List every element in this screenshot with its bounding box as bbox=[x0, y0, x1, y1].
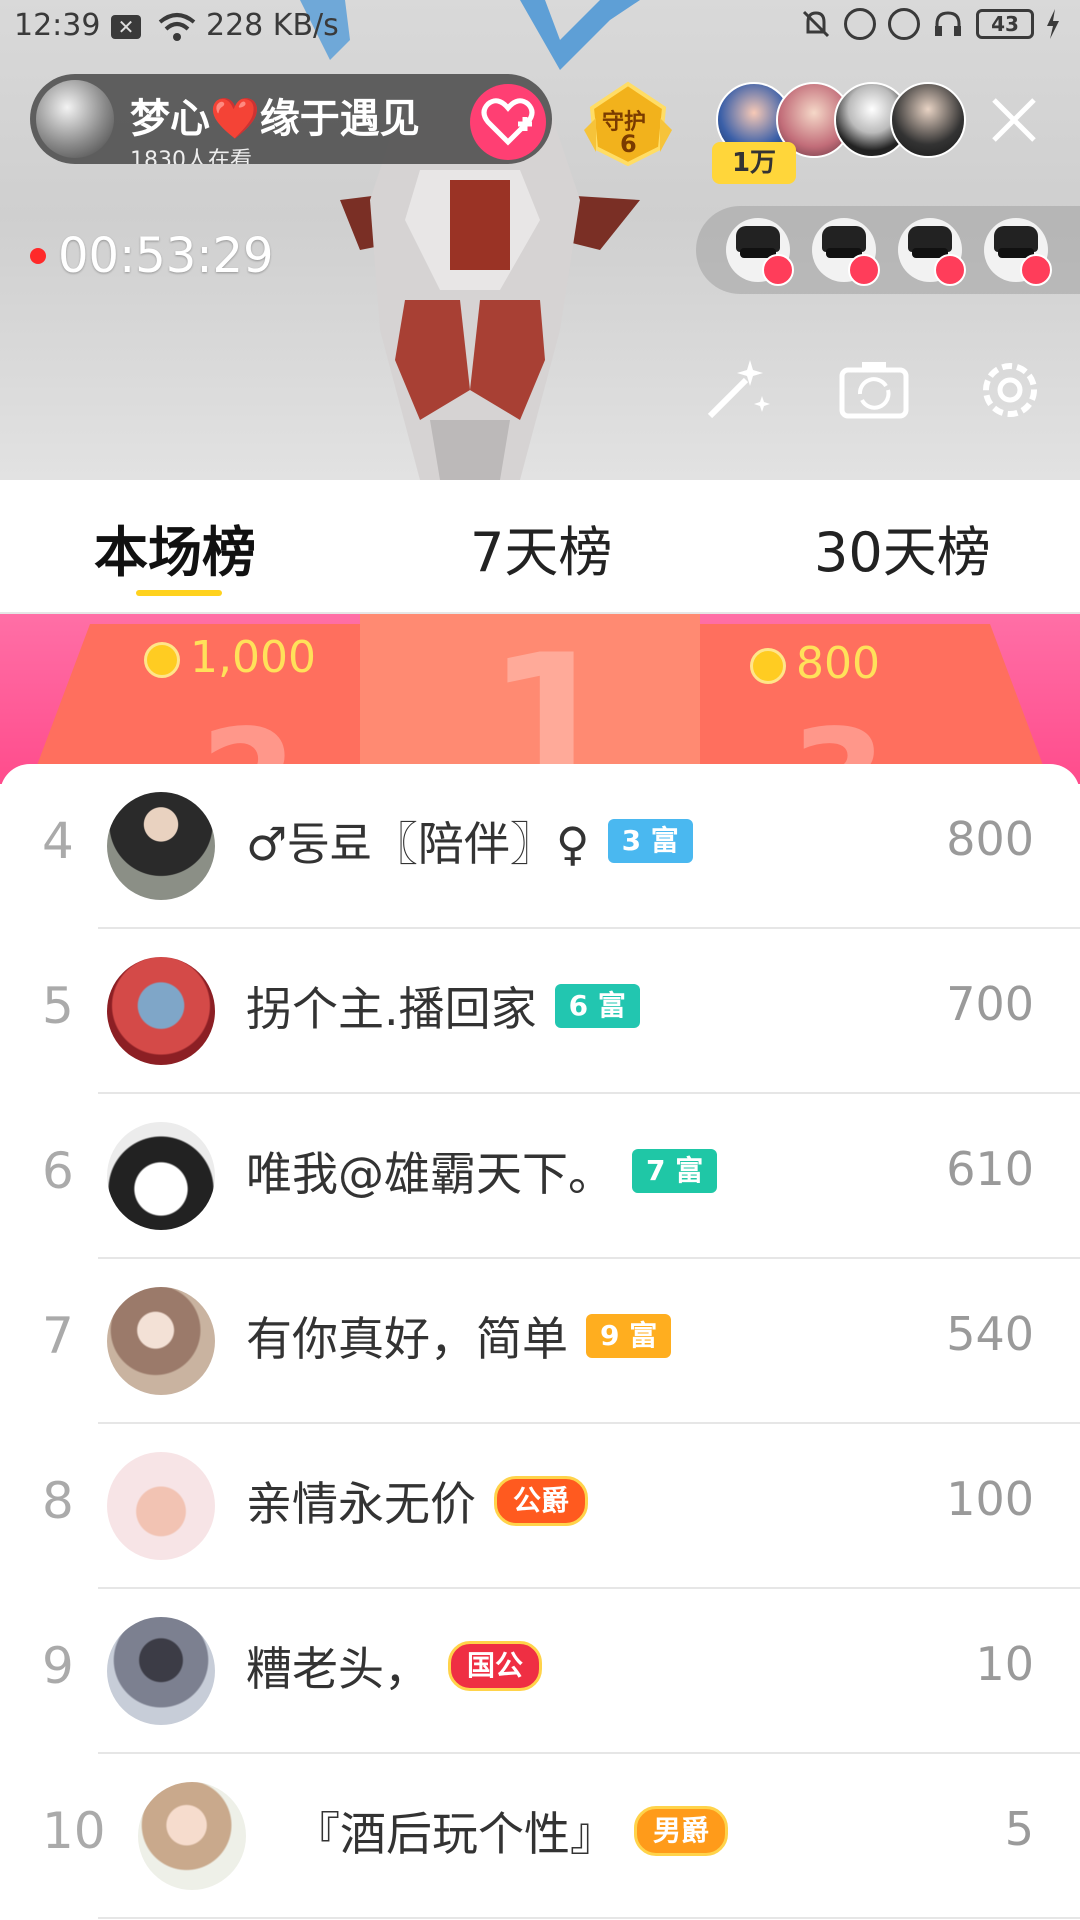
wealth-badge: 3 富 bbox=[607, 819, 693, 863]
avatar[interactable] bbox=[107, 792, 215, 900]
user-name: ♂둥료〖陪伴〗♀ bbox=[246, 817, 590, 871]
status-bar: 12:39 ✕ 228 KB/s 43 bbox=[0, 0, 1080, 54]
rank-number: 8 bbox=[42, 1472, 74, 1530]
podium-second-amount: 1,000 bbox=[144, 632, 316, 683]
heart-plus-icon bbox=[481, 98, 535, 146]
rank-number: 9 bbox=[42, 1637, 74, 1695]
empty-seat[interactable] bbox=[984, 218, 1052, 286]
tab-current-session[interactable]: 本场榜 bbox=[94, 508, 256, 587]
avatar[interactable] bbox=[138, 1782, 246, 1890]
mute-bell-icon bbox=[802, 10, 830, 38]
list-item[interactable]: 4 ♂둥료〖陪伴〗♀ 3 富 800 bbox=[0, 764, 1080, 929]
settings-gear-icon[interactable] bbox=[970, 350, 1050, 430]
avatar[interactable] bbox=[107, 1617, 215, 1725]
host-avatar[interactable] bbox=[36, 80, 114, 158]
guard-badge[interactable]: 守护 6 bbox=[582, 78, 674, 168]
podium-banner[interactable]: 2 1 3 1,000 800 bbox=[0, 614, 1080, 784]
seat-row bbox=[696, 206, 1080, 294]
live-video[interactable]: 12:39 ✕ 228 KB/s 43 梦心❤️缘于遇见 1830人在看 守护 … bbox=[0, 0, 1080, 480]
noble-title-badge: 国公 bbox=[448, 1641, 543, 1691]
magic-wand-icon[interactable] bbox=[696, 350, 776, 430]
sofa-icon bbox=[1020, 254, 1052, 286]
wealth-badge: 7 富 bbox=[632, 1149, 718, 1193]
coin-icon bbox=[144, 642, 180, 678]
contribution-score: 5 bbox=[1004, 1802, 1034, 1856]
third-amount-value: 800 bbox=[796, 638, 880, 689]
contribution-score: 610 bbox=[946, 1142, 1034, 1196]
rank-number: 7 bbox=[42, 1307, 74, 1365]
empty-seat[interactable] bbox=[898, 218, 966, 286]
empty-seat[interactable] bbox=[726, 218, 794, 286]
list-item[interactable]: 5 拐个主.播回家 6 富 700 bbox=[0, 929, 1080, 1094]
tab-30-days[interactable]: 30天榜 bbox=[814, 508, 991, 587]
avatar[interactable] bbox=[107, 957, 215, 1065]
status-time: 12:39 bbox=[14, 8, 101, 43]
divider bbox=[98, 1917, 1080, 1919]
user-name: 有你真好，简单 bbox=[246, 1312, 568, 1366]
avatar[interactable] bbox=[107, 1287, 215, 1395]
sofa-icon bbox=[848, 254, 880, 286]
contribution-score: 10 bbox=[975, 1637, 1034, 1691]
viewer-avatar[interactable] bbox=[890, 82, 966, 158]
wealth-badge: 9 富 bbox=[586, 1314, 672, 1358]
avatar[interactable] bbox=[107, 1122, 215, 1230]
timer-text: 00:53:29 bbox=[58, 228, 274, 284]
rank-number: 6 bbox=[42, 1142, 74, 1200]
ranking-tabs: 本场榜 7天榜 30天榜 bbox=[0, 480, 1080, 614]
noble-title-badge: 公爵 bbox=[494, 1476, 589, 1526]
battery-icon: 43 bbox=[976, 9, 1034, 39]
guard-count: 6 bbox=[620, 130, 637, 158]
tab-7-days[interactable]: 7天榜 bbox=[470, 508, 612, 587]
contribution-score: 540 bbox=[946, 1307, 1034, 1361]
user-name: 糟老头， bbox=[246, 1642, 430, 1696]
rank-number: 4 bbox=[42, 812, 74, 870]
user-name: 亲情永无价 bbox=[246, 1477, 476, 1531]
lock-rotation-icon bbox=[844, 8, 876, 40]
user-name: 『酒后玩个性』 bbox=[294, 1807, 616, 1861]
avatar[interactable] bbox=[107, 1452, 215, 1560]
sofa-icon bbox=[762, 254, 794, 286]
charging-icon bbox=[1047, 9, 1059, 39]
empty-seat[interactable] bbox=[812, 218, 880, 286]
contribution-score: 800 bbox=[946, 812, 1034, 866]
wealth-badge: 6 富 bbox=[554, 984, 640, 1028]
recording-dot-icon bbox=[30, 248, 46, 264]
alarm-icon bbox=[888, 8, 920, 40]
switch-camera-icon[interactable] bbox=[834, 350, 914, 430]
list-item[interactable]: 6 唯我@雄霸天下。 7 富 610 bbox=[0, 1094, 1080, 1259]
rank-number: 5 bbox=[42, 977, 74, 1035]
noble-title-badge: 男爵 bbox=[634, 1806, 729, 1856]
live-timer: 00:53:29 bbox=[30, 228, 274, 284]
podium-third-amount: 800 bbox=[750, 638, 880, 689]
contribution-badge[interactable]: 1万 bbox=[712, 142, 796, 184]
host-name: 梦心❤️缘于遇见 bbox=[130, 96, 420, 142]
list-item[interactable]: 9 糟老头， 国公 10 bbox=[0, 1589, 1080, 1754]
user-name: 唯我@雄霸天下。 bbox=[246, 1147, 614, 1201]
wifi-icon bbox=[158, 13, 196, 41]
rank-number: 10 bbox=[42, 1802, 106, 1860]
contribution-score: 700 bbox=[946, 977, 1034, 1031]
podium-rank-1: 1 bbox=[486, 614, 619, 784]
x-box-icon: ✕ bbox=[111, 15, 141, 39]
user-name: 拐个主.播回家 bbox=[246, 982, 537, 1036]
ranking-list: 4 ♂둥료〖陪伴〗♀ 3 富 800 5 拐个主.播回家 6 富 700 6 唯… bbox=[0, 764, 1080, 1920]
list-item[interactable]: 10 『酒后玩个性』 男爵 5 bbox=[0, 1754, 1080, 1919]
coin-icon bbox=[750, 648, 786, 684]
active-tab-indicator bbox=[136, 590, 222, 596]
network-speed: 228 KB/s bbox=[206, 8, 339, 43]
headphones-icon bbox=[935, 11, 961, 36]
follow-button[interactable] bbox=[470, 84, 546, 160]
list-item[interactable]: 8 亲情永无价 公爵 100 bbox=[0, 1424, 1080, 1589]
contribution-score: 100 bbox=[946, 1472, 1034, 1526]
second-amount-value: 1,000 bbox=[190, 632, 316, 683]
viewer-count: 1830人在看 bbox=[130, 148, 252, 164]
sofa-icon bbox=[934, 254, 966, 286]
close-icon[interactable] bbox=[988, 94, 1040, 146]
list-item[interactable]: 7 有你真好，简单 9 富 540 bbox=[0, 1259, 1080, 1424]
